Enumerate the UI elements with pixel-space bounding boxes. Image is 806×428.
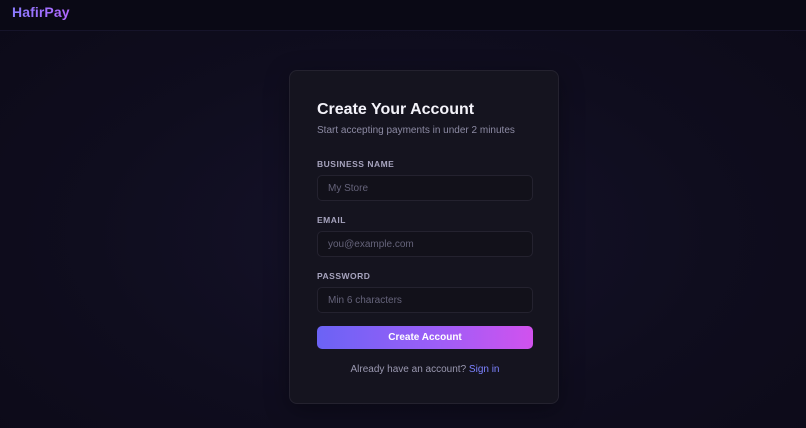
email-label: EMAIL	[317, 215, 346, 225]
brand-logo[interactable]: HafirPay	[12, 4, 70, 20]
top-bar: HafirPay	[0, 0, 806, 31]
password-input[interactable]	[317, 287, 533, 313]
business-name-input[interactable]	[317, 175, 533, 201]
signin-prompt: Already have an account?	[350, 364, 469, 375]
create-account-button[interactable]: Create Account	[317, 326, 533, 349]
password-label: PASSWORD	[317, 271, 371, 281]
signin-link[interactable]: Sign in	[469, 364, 500, 375]
card-subtitle: Start accepting payments in under 2 minu…	[317, 125, 515, 136]
email-input[interactable]	[317, 231, 533, 257]
signin-row: Already have an account? Sign in	[290, 364, 560, 375]
card-title: Create Your Account	[317, 101, 475, 118]
signup-card: Create Your Account Start accepting paym…	[289, 70, 559, 404]
page: HafirPay Create Your Account Start accep…	[0, 0, 806, 428]
business-name-label: BUSINESS NAME	[317, 159, 395, 169]
